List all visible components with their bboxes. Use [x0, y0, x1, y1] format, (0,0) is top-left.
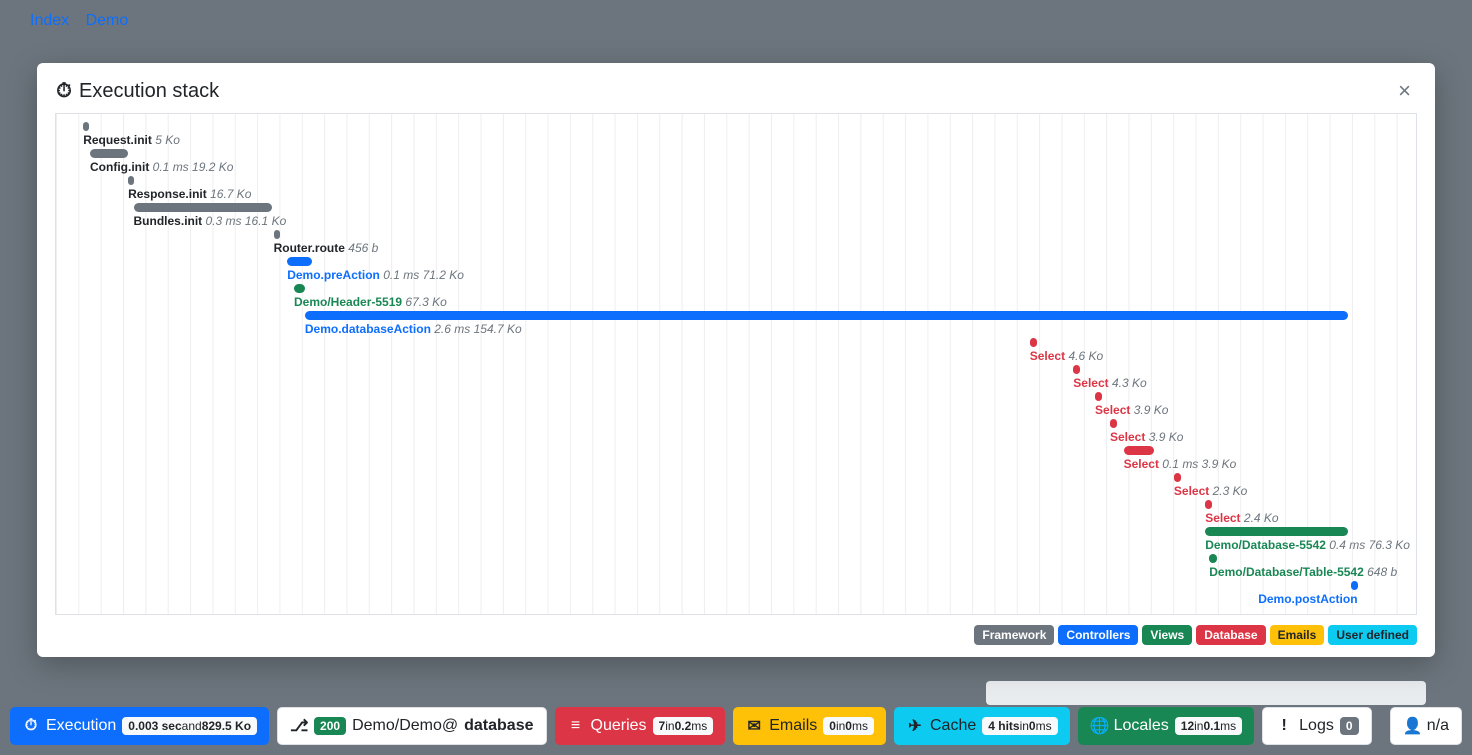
- modal-header: ⏱ Execution stack ×: [37, 63, 1435, 113]
- timeline-bar: [287, 257, 311, 266]
- route-button[interactable]: ⎇200 Demo/Demo@database: [277, 707, 546, 745]
- metric-badge: 0: [1340, 717, 1359, 735]
- timeline-entry[interactable]: Select 0.1 ms 3.9 Ko: [56, 446, 1416, 473]
- cache-button[interactable]: ✈Cache 4 hits in 0 ms: [894, 707, 1070, 745]
- timeline-bar: [90, 149, 128, 158]
- timeline-bar: [1124, 446, 1154, 455]
- timeline-label: Select 2.3 Ko: [1174, 484, 1247, 498]
- modal-title: ⏱ Execution stack: [55, 80, 219, 103]
- timeline-bar: [274, 230, 280, 239]
- stopwatch-icon: ⏱: [22, 717, 40, 735]
- envelope-icon: ✉: [745, 716, 763, 736]
- timeline-bar: [1073, 365, 1080, 374]
- timeline-bar: [1205, 527, 1348, 536]
- timeline-entry[interactable]: Demo.preAction 0.1 ms 71.2 Ko: [56, 257, 1416, 284]
- timeline-entry[interactable]: Demo/Header-5519 67.3 Ko: [56, 284, 1416, 311]
- breadcrumb-sep: /: [128, 12, 144, 29]
- timeline-entry[interactable]: Demo.databaseAction 2.6 ms 154.7 Ko: [56, 311, 1416, 338]
- timeline-entry[interactable]: Bundles.init 0.3 ms 16.1 Ko: [56, 203, 1416, 230]
- timeline-label: Select 3.9 Ko: [1095, 403, 1168, 417]
- timeline-entry[interactable]: Response.init 16.7 Ko: [56, 176, 1416, 203]
- timeline-label: Response.init 16.7 Ko: [128, 187, 251, 201]
- legend-badge[interactable]: Views: [1142, 625, 1192, 645]
- timeline-entry[interactable]: Select 3.9 Ko: [56, 419, 1416, 446]
- timeline-bar: [128, 176, 134, 185]
- timeline-bar: [294, 284, 305, 293]
- timeline-label: Demo/Database/Table-5542 648 b: [1209, 565, 1397, 579]
- timeline-label: Demo.preAction 0.1 ms 71.2 Ko: [287, 268, 464, 282]
- stopwatch-icon: ⏱: [55, 80, 73, 103]
- timeline-bar: [1209, 554, 1217, 563]
- timeline-label: Demo.databaseAction 2.6 ms 154.7 Ko: [305, 322, 522, 336]
- timeline-entry[interactable]: Select 2.3 Ko: [56, 473, 1416, 500]
- timeline-entry[interactable]: Router.route 456 b: [56, 230, 1416, 257]
- modal-title-text: Execution stack: [79, 80, 219, 103]
- http-status-badge: 200: [314, 717, 346, 735]
- legend: FrameworkControllersViewsDatabaseEmailsU…: [37, 615, 1435, 645]
- metric-badge: 7 in 0.2 ms: [653, 717, 714, 735]
- timeline-entry[interactable]: Select 3.9 Ko: [56, 392, 1416, 419]
- breadcrumb-link[interactable]: Demo: [86, 12, 129, 29]
- locales-button[interactable]: 🌐Locales 12 in 0.1 ms: [1078, 707, 1255, 745]
- legend-badge[interactable]: Framework: [974, 625, 1054, 645]
- timeline-entry[interactable]: Request.init 5 Ko: [56, 122, 1416, 149]
- legend-badge[interactable]: Emails: [1270, 625, 1325, 645]
- timeline-bar: [83, 122, 89, 131]
- timeline-label: Config.init 0.1 ms 19.2 Ko: [90, 160, 233, 174]
- plane-icon: ✈: [906, 716, 924, 736]
- timeline-entries: Request.init 5 Ko Config.init 0.1 ms 19.2…: [56, 114, 1416, 614]
- metric-badge: 12 in 0.1 ms: [1175, 717, 1242, 735]
- timeline-label: Select 0.1 ms 3.9 Ko: [1124, 457, 1237, 471]
- metric-badge: 4 hits in 0 ms: [982, 717, 1057, 735]
- breadcrumb-current: Database: [145, 12, 214, 29]
- metric-badge: 0 in 0 ms: [823, 717, 874, 735]
- timeline-label: Demo.postAction: [1258, 592, 1357, 606]
- legend-badge[interactable]: Controllers: [1058, 625, 1138, 645]
- timeline-bar: [305, 311, 1348, 320]
- timeline-label: Select 4.3 Ko: [1073, 376, 1146, 390]
- timeline-label: Request.init 5 Ko: [83, 133, 180, 147]
- user-button[interactable]: 👤n/a: [1390, 707, 1462, 745]
- timeline-bar: [1174, 473, 1181, 482]
- emails-button[interactable]: ✉Emails 0 in 0 ms: [733, 707, 886, 745]
- database-icon: ≡: [567, 717, 585, 735]
- timeline-label: Bundles.init 0.3 ms 16.1 Ko: [134, 214, 287, 228]
- breadcrumb: Index/Demo/Database: [0, 0, 1472, 42]
- timeline-bar: [1205, 500, 1212, 509]
- branch-icon: ⎇: [290, 716, 308, 736]
- user-icon: 👤: [1403, 716, 1421, 736]
- timeline-entry[interactable]: Select 4.3 Ko: [56, 365, 1416, 392]
- metric-badge: 0.003 sec and 829.5 Ko: [122, 717, 257, 735]
- execution-stack-modal: ⏱ Execution stack × Request.init 5 Ko Con…: [37, 63, 1435, 657]
- execution-button[interactable]: ⏱Execution 0.003 sec and 829.5 Ko: [10, 707, 269, 745]
- timeline-entry[interactable]: Demo/Database-5542 0.4 ms 76.3 Ko: [56, 527, 1416, 554]
- timeline-label: Select 2.4 Ko: [1205, 511, 1278, 525]
- timeline-label: Select 3.9 Ko: [1110, 430, 1183, 444]
- debug-toolbar: ⏱Execution 0.003 sec and 829.5 Ko⎇200 De…: [0, 697, 1472, 755]
- timeline-entry[interactable]: Select 4.6 Ko: [56, 338, 1416, 365]
- timeline-label: Router.route 456 b: [274, 241, 379, 255]
- timeline-label: Select 4.6 Ko: [1030, 349, 1103, 363]
- exclamation-icon: !: [1275, 717, 1293, 735]
- globe-icon: 🌐: [1090, 716, 1108, 736]
- timeline-bar: [1095, 392, 1102, 401]
- timeline-bar: [1110, 419, 1117, 428]
- timeline-entry[interactable]: Config.init 0.1 ms 19.2 Ko: [56, 149, 1416, 176]
- legend-badge[interactable]: Database: [1196, 625, 1265, 645]
- timeline-label: Demo/Database-5542 0.4 ms 76.3 Ko: [1205, 538, 1410, 552]
- timeline-entry[interactable]: Demo.postAction: [56, 581, 1416, 608]
- legend-badge[interactable]: User defined: [1328, 625, 1417, 645]
- breadcrumb-sep: /: [69, 12, 85, 29]
- breadcrumb-link[interactable]: Index: [30, 12, 69, 29]
- timeline-entry[interactable]: Select 2.4 Ko: [56, 500, 1416, 527]
- timeline-bar: [134, 203, 273, 212]
- queries-button[interactable]: ≡Queries 7 in 0.2 ms: [555, 707, 726, 745]
- timeline-bar: [1351, 581, 1358, 590]
- timeline-chart: Request.init 5 Ko Config.init 0.1 ms 19.2…: [55, 113, 1417, 615]
- timeline-label: Demo/Header-5519 67.3 Ko: [294, 295, 447, 309]
- timeline-entry[interactable]: Demo/Database/Table-5542 648 b: [56, 554, 1416, 581]
- modal-close-button[interactable]: ×: [1392, 79, 1417, 103]
- logs-button[interactable]: !Logs 0: [1262, 707, 1371, 745]
- timeline-bar: [1030, 338, 1037, 347]
